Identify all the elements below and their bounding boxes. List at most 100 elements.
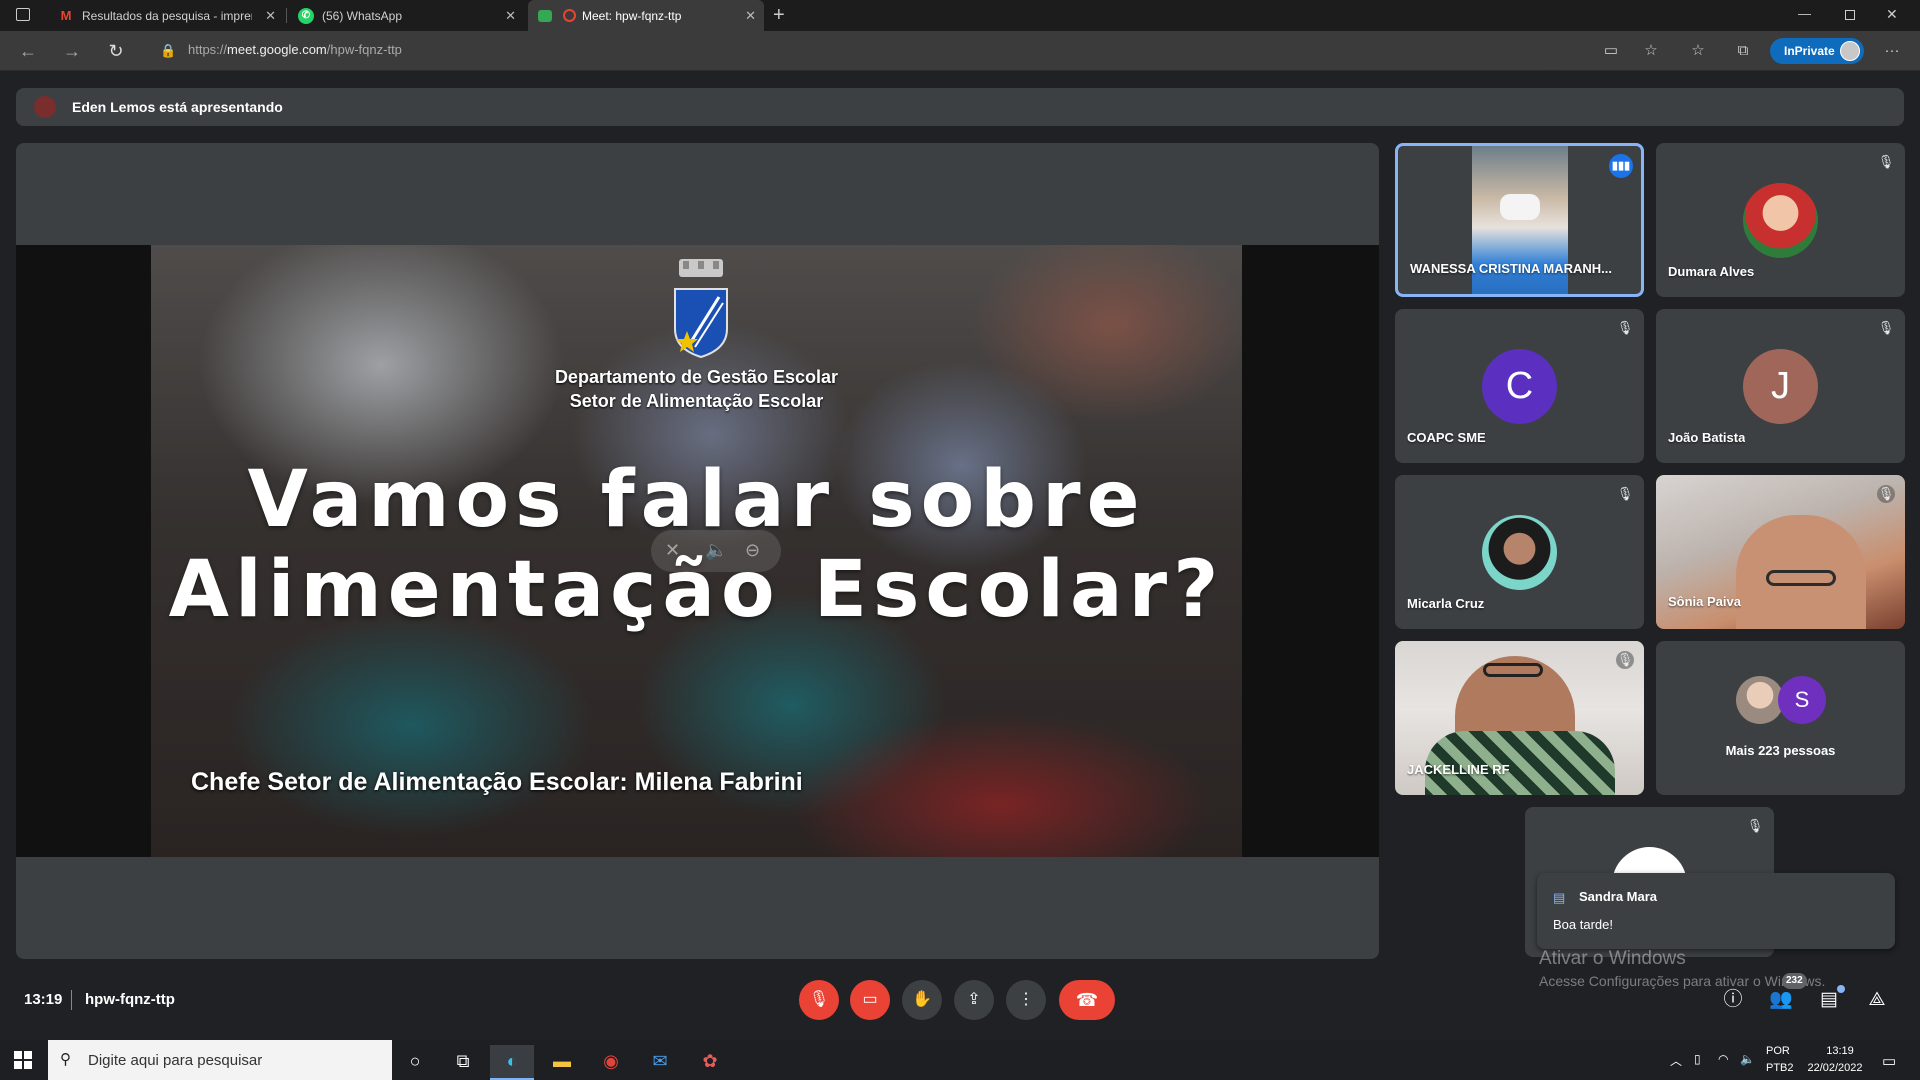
people-icon[interactable]: 👥 xyxy=(1768,987,1794,1013)
app-taskbar-icon[interactable]: ✿ xyxy=(688,1045,732,1080)
tab-title: (56) WhatsApp xyxy=(322,8,403,23)
inprivate-button[interactable]: InPrivate xyxy=(1770,38,1864,64)
chat-unread-dot xyxy=(1837,985,1845,993)
participant-tile[interactable]: ▮▮▮ WANESSA CRISTINA MARANH... xyxy=(1395,143,1644,297)
participant-tile[interactable]: 🎙︎ JACKELLINE RF xyxy=(1395,641,1644,795)
meet-icon xyxy=(538,9,552,22)
favorites-icon[interactable]: ☆ xyxy=(1688,41,1708,61)
close-window-icon[interactable]: ✕ xyxy=(1886,6,1898,23)
restore-icon[interactable] xyxy=(1845,10,1855,20)
tab-title: Meet: hpw-fqnz-ttp xyxy=(582,8,682,23)
refresh-icon[interactable]: ↻ xyxy=(104,39,128,63)
activation-watermark-title: Ativar o Windows xyxy=(1539,948,1686,969)
participant-name: Sônia Paiva xyxy=(1668,594,1741,609)
windows-taskbar: ⚲ Digite aqui para pesquisar ○ ⧉ ◐ ▬ ◉ ✉… xyxy=(0,1040,1920,1080)
muted-mic-icon: 🎙︎ xyxy=(1877,154,1895,169)
muted-mic-icon: 🎙︎ xyxy=(1616,320,1634,335)
more-options-button[interactable]: ⋮ xyxy=(1006,980,1046,1020)
muted-mic-icon: 🎙︎ xyxy=(1616,486,1634,501)
pin-icon[interactable]: ✕ xyxy=(665,540,680,561)
tab-meet[interactable]: Meet: hpw-fqnz-ttp ✕ xyxy=(528,0,764,31)
address-bar: ← → ↻ 🔒 https://meet.google.com/hpw-fqnz… xyxy=(0,31,1920,71)
back-icon[interactable]: ← xyxy=(16,39,40,63)
tray-device-icon[interactable]: ▯ xyxy=(1694,1052,1701,1066)
present-button[interactable]: ⇪ xyxy=(954,980,994,1020)
tray-time[interactable]: 13:19 xyxy=(1820,1045,1860,1057)
tab-separator xyxy=(286,8,287,23)
close-tab-icon[interactable]: ✕ xyxy=(745,8,756,24)
presenting-banner: Eden Lemos está apresentando xyxy=(16,88,1904,126)
participant-glasses xyxy=(1766,570,1836,586)
muted-mic-icon: 🎙︎ xyxy=(1877,320,1895,335)
tab-title: Resultados da pesquisa - impren xyxy=(82,8,252,23)
task-view-icon[interactable]: ⧉ xyxy=(441,1045,485,1080)
volume-icon[interactable]: 🔈 xyxy=(705,540,727,561)
taskbar-search-box[interactable]: ⚲ Digite aqui para pesquisar xyxy=(48,1040,392,1080)
remove-icon[interactable]: ⊖ xyxy=(745,540,760,561)
camera-site-icon[interactable]: ▭ xyxy=(1601,41,1621,61)
tab-actions-icon[interactable] xyxy=(16,8,30,21)
collections-icon[interactable]: ⧉ xyxy=(1733,41,1753,61)
windows-start-icon[interactable] xyxy=(14,1051,32,1069)
mic-off-button[interactable]: 🎙︎ xyxy=(799,980,839,1020)
url-text: https://meet.google.com/hpw-fqnz-ttp xyxy=(188,42,402,57)
tray-keyboard-layout[interactable]: PTB2 xyxy=(1766,1062,1794,1074)
forward-icon[interactable]: → xyxy=(60,39,84,63)
wifi-icon[interactable]: ◠ xyxy=(1718,1052,1728,1066)
new-tab-icon[interactable]: + xyxy=(773,4,785,27)
chrome-taskbar-icon[interactable]: ◉ xyxy=(589,1045,633,1080)
participant-name: Micarla Cruz xyxy=(1407,596,1485,611)
participant-avatar: J xyxy=(1743,349,1818,424)
raise-hand-button[interactable]: ✋ xyxy=(902,980,942,1020)
participant-tile[interactable]: C 🎙︎ COAPC SME xyxy=(1395,309,1644,463)
add-favorite-icon[interactable]: ☆ xyxy=(1641,41,1661,61)
tab-whatsapp[interactable]: ✆ (56) WhatsApp ✕ xyxy=(288,0,524,31)
tray-language[interactable]: POR xyxy=(1766,1045,1790,1057)
participant-tile[interactable]: 🎙︎ Sônia Paiva xyxy=(1656,475,1905,629)
tray-date[interactable]: 22/02/2022 xyxy=(1802,1062,1868,1074)
slide-credit: Chefe Setor de Alimentação Escolar: Mile… xyxy=(191,768,803,796)
participant-tile[interactable]: J 🎙︎ João Batista xyxy=(1656,309,1905,463)
more-participants-tile[interactable]: S Mais 223 pessoas xyxy=(1656,641,1905,795)
profile-avatar xyxy=(1840,41,1860,61)
camera-off-button[interactable]: ▭ xyxy=(850,980,890,1020)
volume-tray-icon[interactable]: 🔈 xyxy=(1740,1052,1755,1066)
participant-glasses xyxy=(1483,663,1543,677)
participant-name: Dumara Alves xyxy=(1668,264,1755,279)
close-tab-icon[interactable]: ✕ xyxy=(505,8,516,24)
url-host: meet.google.com xyxy=(227,42,327,57)
city-crest-logo xyxy=(674,259,728,359)
toast-sender: Sandra Mara xyxy=(1579,889,1658,904)
activities-icon[interactable]: ⟁ xyxy=(1864,987,1890,1013)
leave-call-button[interactable]: ☎ xyxy=(1059,980,1115,1020)
close-tab-icon[interactable]: ✕ xyxy=(265,8,276,24)
mail-taskbar-icon[interactable]: ✉ xyxy=(638,1045,682,1080)
meeting-clock: 13:19 xyxy=(24,991,63,1008)
present-screen-icon: ⇪ xyxy=(967,991,981,1008)
more-options-icon[interactable]: ··· xyxy=(1882,41,1902,61)
lock-icon[interactable]: 🔒 xyxy=(160,43,176,59)
participant-avatar: C xyxy=(1482,349,1557,424)
mic-off-icon: 🎙︎ xyxy=(808,991,830,1008)
slide-department: Departamento de Gestão Escolar xyxy=(554,367,839,387)
cortana-icon[interactable]: ○ xyxy=(393,1045,437,1080)
minimize-icon[interactable]: — xyxy=(1798,6,1811,21)
meeting-info-icon[interactable]: ⓘ xyxy=(1720,987,1746,1013)
participant-tile[interactable]: 🎙︎ Micarla Cruz xyxy=(1395,475,1644,629)
chat-notification[interactable]: ▤ Sandra Mara Boa tarde! xyxy=(1537,873,1895,949)
search-icon: ⚲ xyxy=(60,1051,71,1068)
participant-name: JACKELLINE RF xyxy=(1407,762,1510,777)
participant-tile[interactable]: 🎙︎ Dumara Alves xyxy=(1656,143,1905,297)
tray-chevron-icon[interactable]: ︿ xyxy=(1670,1052,1682,1069)
participant-name: WANESSA CRISTINA MARANH... xyxy=(1410,261,1612,276)
inprivate-label: InPrivate xyxy=(1784,44,1835,58)
meeting-code: hpw-fqnz-ttp xyxy=(85,991,175,1008)
whatsapp-icon: ✆ xyxy=(298,7,314,24)
more-vert-icon: ⋮ xyxy=(1018,991,1034,1008)
edge-taskbar-icon[interactable]: ◐ xyxy=(490,1045,534,1080)
presentation-stage[interactable]: Departamento de Gestão Escolar Setor de … xyxy=(16,143,1379,959)
tab-gmail[interactable]: M Resultados da pesquisa - impren ✕ xyxy=(48,0,284,31)
file-explorer-icon[interactable]: ▬ xyxy=(540,1045,584,1080)
notifications-icon[interactable]: ▭ xyxy=(1882,1052,1896,1070)
toast-message: Boa tarde! xyxy=(1553,917,1613,932)
